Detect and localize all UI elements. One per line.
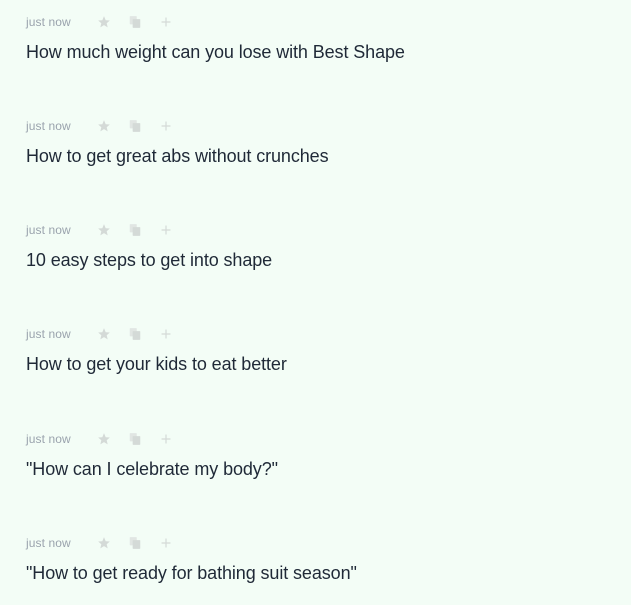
plus-icon[interactable] xyxy=(158,118,174,134)
timestamp: just now xyxy=(26,536,71,550)
copy-icon[interactable] xyxy=(127,222,143,238)
timestamp: just now xyxy=(26,223,71,237)
list-item: just now How to get your kids to eat bet… xyxy=(26,319,606,379)
timestamp: just now xyxy=(26,432,71,446)
star-icon[interactable] xyxy=(96,222,112,238)
star-icon[interactable] xyxy=(96,326,112,342)
item-meta: just now xyxy=(26,535,174,551)
copy-icon[interactable] xyxy=(127,14,143,30)
item-meta: just now xyxy=(26,14,174,30)
copy-icon[interactable] xyxy=(127,326,143,342)
list-item: just now How to get great abs without cr… xyxy=(26,111,606,171)
star-icon[interactable] xyxy=(96,118,112,134)
list-item: just now "How can I celebrate my body?" xyxy=(26,424,606,484)
list-item: just now "How to get ready for bathing s… xyxy=(26,528,606,588)
item-title[interactable]: "How to get ready for bathing suit seaso… xyxy=(26,562,357,584)
item-meta: just now xyxy=(26,326,174,342)
star-icon[interactable] xyxy=(96,431,112,447)
item-meta: just now xyxy=(26,118,174,134)
item-title[interactable]: How to get your kids to eat better xyxy=(26,353,287,375)
copy-icon[interactable] xyxy=(127,431,143,447)
item-meta: just now xyxy=(26,431,174,447)
item-title[interactable]: How to get great abs without crunches xyxy=(26,145,329,167)
plus-icon[interactable] xyxy=(158,326,174,342)
plus-icon[interactable] xyxy=(158,222,174,238)
item-title[interactable]: 10 easy steps to get into shape xyxy=(26,249,272,271)
star-icon[interactable] xyxy=(96,535,112,551)
copy-icon[interactable] xyxy=(127,535,143,551)
list-item: just now 10 easy steps to get into shape xyxy=(26,215,606,275)
timestamp: just now xyxy=(26,119,71,133)
plus-icon[interactable] xyxy=(158,431,174,447)
item-title[interactable]: "How can I celebrate my body?" xyxy=(26,458,278,480)
plus-icon[interactable] xyxy=(158,535,174,551)
item-meta: just now xyxy=(26,222,174,238)
plus-icon[interactable] xyxy=(158,14,174,30)
timestamp: just now xyxy=(26,15,71,29)
idea-list: just now How much weight can you lose wi… xyxy=(0,0,631,605)
list-item: just now How much weight can you lose wi… xyxy=(26,7,606,67)
star-icon[interactable] xyxy=(96,14,112,30)
timestamp: just now xyxy=(26,327,71,341)
copy-icon[interactable] xyxy=(127,118,143,134)
item-title[interactable]: How much weight can you lose with Best S… xyxy=(26,41,405,63)
